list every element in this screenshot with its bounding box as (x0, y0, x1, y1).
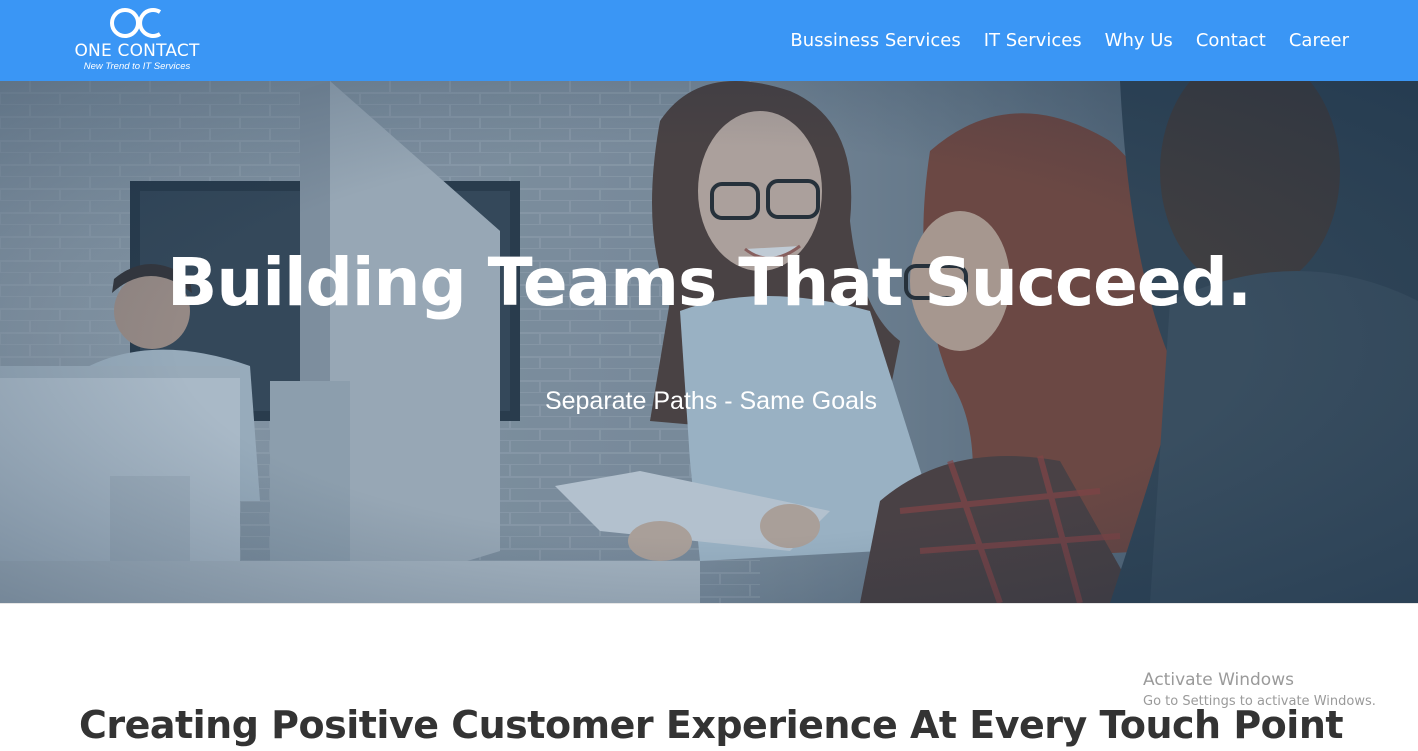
nav-item-business-services[interactable]: Bussiness Services (790, 30, 960, 51)
brand-logo[interactable]: ONE CONTACT New Trend to IT Services (66, 6, 208, 74)
nav-item-why-us[interactable]: Why Us (1105, 30, 1173, 51)
watermark-title: Activate Windows (1143, 670, 1294, 690)
hero-banner: Building Teams That Succeed. Separate Pa… (0, 81, 1418, 603)
brand-tagline: New Trend to IT Services (83, 61, 191, 72)
nav-item-career[interactable]: Career (1289, 30, 1349, 51)
activate-windows-watermark: Activate Windows Go to Settings to activ… (1143, 670, 1403, 709)
hero-background-image (0, 81, 1418, 603)
hero-subtitle: Separate Paths - Same Goals (544, 387, 878, 415)
section-heading: Creating Positive Customer Experience At… (78, 703, 1344, 747)
nav-item-contact[interactable]: Contact (1196, 30, 1266, 51)
watermark-subtitle: Go to Settings to activate Windows. (1143, 694, 1376, 709)
main-nav: Bussiness Services IT Services Why Us Co… (767, 30, 1349, 51)
oc-monogram-icon (110, 8, 162, 38)
nav-item-it-services[interactable]: IT Services (984, 30, 1082, 51)
section-divider (0, 603, 1418, 604)
site-header: ONE CONTACT New Trend to IT Services Bus… (0, 0, 1418, 81)
brand-name: ONE CONTACT (74, 41, 200, 61)
hero-title: Building Teams That Succeed. (167, 244, 1252, 321)
